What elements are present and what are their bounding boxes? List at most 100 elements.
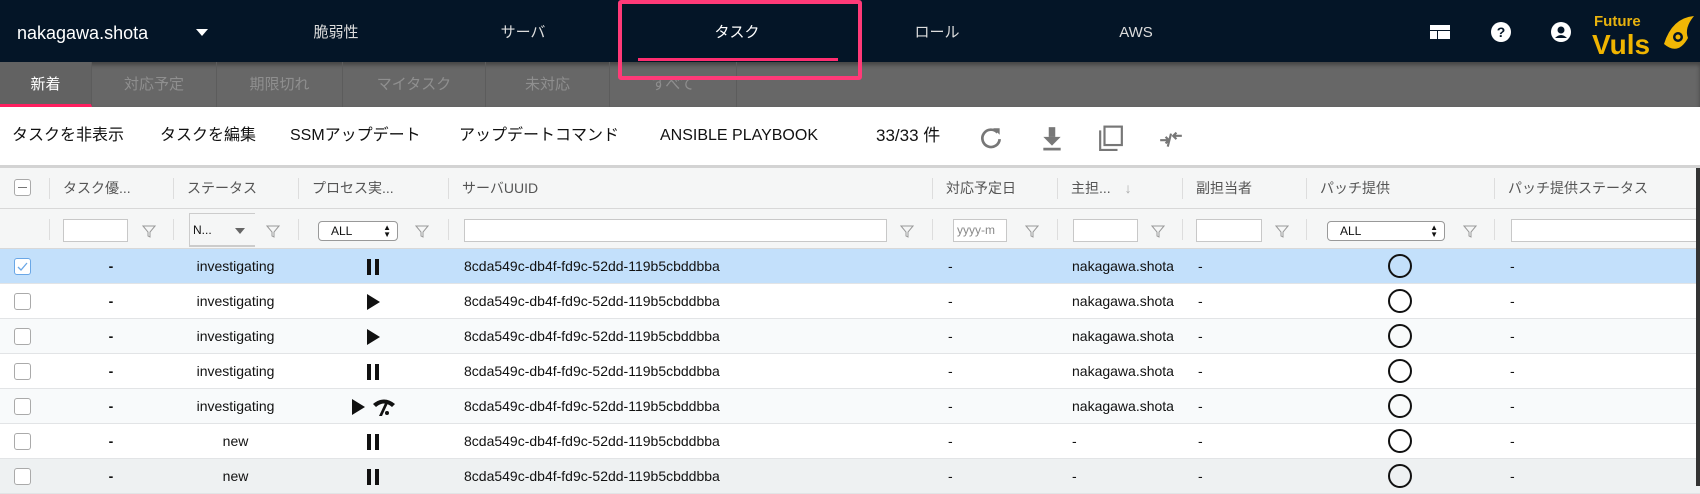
process-cell (298, 424, 448, 459)
edit-task-button[interactable]: タスクを編集 (160, 107, 256, 165)
help-icon[interactable]: ? (1491, 22, 1511, 42)
filter-icon[interactable] (1151, 224, 1165, 238)
sub-assignee-filter-input[interactable] (1196, 219, 1262, 242)
play-icon[interactable] (365, 328, 381, 346)
sort-down-icon[interactable]: ↓ (1125, 180, 1132, 196)
priority-filter-input[interactable] (63, 219, 128, 242)
status-filter-select[interactable]: N... (189, 213, 255, 247)
select-arrows-icon: ▲ ▼ (1430, 223, 1438, 239)
divider (932, 219, 933, 240)
filter-row: N... ALL ▲ ▼ yyyy-m ALL ▲ ▼ (0, 209, 1700, 249)
filter-icon[interactable] (415, 224, 429, 238)
divider (1306, 219, 1307, 240)
process-filter-select[interactable]: ALL ▲ ▼ (318, 221, 398, 241)
nav-servers[interactable]: サーバ (501, 0, 546, 62)
col-main-assignee[interactable]: 主担... ↓ (1057, 168, 1132, 209)
status-cell: new (222, 433, 249, 449)
server-uuid-cell[interactable]: 8cda549c-db4f-fd9c-52dd-119b5cbddbba (464, 389, 720, 424)
server-uuid-cell[interactable]: 8cda549c-db4f-fd9c-52dd-119b5cbddbba (464, 319, 720, 354)
table-row[interactable]: - investigating 8cda549c-db4f-fd9c-52dd-11… (0, 354, 1700, 389)
pause-icon[interactable] (365, 363, 381, 381)
table-row[interactable]: - investigating 8cda549c-db4f-fd9c-52dd-11… (0, 319, 1700, 354)
table-row[interactable]: - new 8cda549c-db4f-fd9c-52dd-119b5cbddbba… (0, 424, 1700, 459)
col-patch-status[interactable]: パッチ提供ステータス (1494, 168, 1648, 209)
due-date-cell: - (948, 293, 953, 309)
play-icon[interactable] (350, 398, 366, 416)
filter-icon[interactable] (142, 224, 156, 238)
compress-icon[interactable] (1158, 125, 1184, 151)
col-process[interactable]: プロセス実... (298, 168, 394, 209)
main-assignee-filter-input[interactable] (1073, 219, 1138, 242)
status-cell: investigating (196, 258, 275, 274)
server-uuid-cell[interactable]: 8cda549c-db4f-fd9c-52dd-119b5cbddbba (464, 424, 720, 459)
divider (173, 219, 174, 240)
server-uuid-cell[interactable]: 8cda549c-db4f-fd9c-52dd-119b5cbddbba (464, 284, 720, 319)
patch-status-cell: - (1510, 363, 1515, 379)
table-row[interactable]: - investigating 8cda549c-db4f-fd9c-52dd-11… (0, 389, 1700, 424)
divider (49, 219, 50, 240)
row-checkbox[interactable] (14, 433, 31, 450)
uuid-filter-input[interactable] (464, 219, 887, 242)
tab-new[interactable]: 新着 (0, 62, 92, 107)
process-cell (298, 249, 448, 284)
filter-icon[interactable] (900, 224, 914, 238)
download-icon[interactable] (1039, 125, 1065, 151)
filter-icon[interactable] (1275, 224, 1289, 238)
copy-icon[interactable] (1098, 125, 1124, 151)
row-checkbox[interactable] (14, 468, 31, 485)
hide-task-button[interactable]: タスクを非表示 (12, 107, 124, 165)
server-uuid-cell[interactable]: 8cda549c-db4f-fd9c-52dd-119b5cbddbba (464, 249, 720, 284)
tab-scheduled[interactable]: 対応予定 (92, 62, 217, 107)
patch-filter-select[interactable]: ALL ▲ ▼ (1327, 221, 1445, 241)
col-status[interactable]: ステータス (173, 168, 257, 209)
table-row[interactable]: - investigating 8cda549c-db4f-fd9c-52dd-11… (0, 249, 1700, 284)
table-row[interactable]: - new 8cda549c-db4f-fd9c-52dd-119b5cbddbba… (0, 459, 1700, 494)
nav-vulnerabilities[interactable]: 脆弱性 (313, 0, 358, 62)
patch-status-cell: - (1510, 433, 1515, 449)
server-uuid-cell[interactable]: 8cda549c-db4f-fd9c-52dd-119b5cbddbba (464, 459, 720, 494)
ssm-update-button[interactable]: SSMアップデート (290, 107, 421, 165)
col-patch[interactable]: パッチ提供 (1306, 168, 1390, 209)
process-cell (298, 459, 448, 494)
col-sub-assignee[interactable]: 副担当者 (1182, 168, 1252, 209)
select-all-checkbox[interactable] (14, 179, 31, 196)
tab-overdue[interactable]: 期限切れ (217, 62, 343, 107)
nav-aws[interactable]: AWS (1119, 0, 1153, 62)
pause-icon[interactable] (365, 468, 381, 486)
row-checkbox[interactable] (14, 363, 31, 380)
main-assignee-cell: nakagawa.shota (1072, 293, 1174, 309)
table-row[interactable]: - investigating 8cda549c-db4f-fd9c-52dd-11… (0, 284, 1700, 319)
ansible-playbook-button[interactable]: ANSIBLE PLAYBOOK (660, 107, 818, 165)
filter-icon[interactable] (1025, 224, 1039, 238)
play-icon[interactable] (365, 293, 381, 311)
row-checkbox[interactable] (14, 328, 31, 345)
row-checkbox[interactable] (14, 398, 31, 415)
layout-icon[interactable] (1430, 22, 1450, 42)
patch-status-filter-input[interactable] (1511, 219, 1700, 242)
tab-unhandled[interactable]: 未対応 (486, 62, 610, 107)
caret-down-icon[interactable] (196, 29, 208, 36)
col-priority[interactable]: タスク優... (49, 168, 131, 209)
update-command-button[interactable]: アップデートコマンド (459, 107, 619, 165)
priority-cell: - (108, 363, 114, 379)
nav-roles[interactable]: ロール (914, 0, 959, 62)
sub-assignee-cell: - (1198, 433, 1203, 449)
pause-icon[interactable] (365, 258, 381, 276)
tab-my-tasks[interactable]: マイタスク (343, 62, 486, 107)
due-date-filter-input[interactable]: yyyy-m (953, 219, 1007, 242)
patch-available-icon (1388, 394, 1412, 418)
col-due-date[interactable]: 対応予定日 (932, 168, 1016, 209)
account-icon[interactable] (1551, 22, 1571, 42)
scrollbar[interactable] (1696, 168, 1700, 486)
filter-icon[interactable] (1463, 224, 1477, 238)
server-uuid-cell[interactable]: 8cda549c-db4f-fd9c-52dd-119b5cbddbba (464, 354, 720, 389)
refresh-icon[interactable] (978, 125, 1004, 151)
filter-icon[interactable] (266, 224, 280, 238)
row-checkbox[interactable] (14, 258, 31, 275)
patch-available-icon (1388, 359, 1412, 383)
row-checkbox[interactable] (14, 293, 31, 310)
main-assignee-cell: - (1072, 468, 1077, 484)
col-server-uuid[interactable]: サーバUUID (448, 168, 538, 209)
user-menu[interactable]: nakagawa.shota (17, 0, 148, 62)
pause-icon[interactable] (365, 433, 381, 451)
